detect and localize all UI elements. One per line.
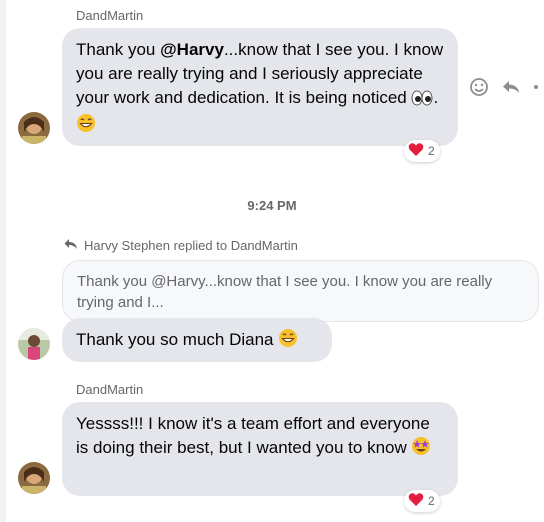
heart-emoji bbox=[408, 142, 424, 160]
timestamp: 9:24 PM bbox=[247, 198, 297, 213]
reaction-badge[interactable]: 2 bbox=[404, 140, 440, 162]
avatar[interactable] bbox=[18, 462, 50, 494]
reply-header: Harvy Stephen replied to DandMartin bbox=[64, 238, 298, 253]
reply-arrow-icon bbox=[64, 238, 78, 253]
sender-name: DandMartin bbox=[76, 382, 144, 397]
eyes-emoji bbox=[411, 89, 433, 113]
reaction-badge[interactable]: 2 bbox=[404, 490, 440, 512]
avatar-image bbox=[18, 462, 50, 494]
left-rail bbox=[0, 0, 6, 522]
message-text: . bbox=[433, 88, 439, 107]
avatar[interactable] bbox=[18, 112, 50, 144]
mention-link[interactable]: @Harvy bbox=[160, 40, 224, 59]
quoted-message[interactable]: Thank you @Harvy...know that I see you. … bbox=[62, 260, 539, 322]
message-text: Thank you bbox=[76, 40, 161, 59]
message-bubble[interactable]: Yessss!!! I know it's a team effort and … bbox=[62, 402, 458, 496]
star-struck-emoji bbox=[411, 436, 431, 463]
avatar-image bbox=[18, 112, 50, 144]
reply-header-text: Harvy Stephen replied to DandMartin bbox=[84, 238, 298, 253]
grinning-emoji bbox=[76, 113, 96, 140]
message-text: Thank you so much Diana bbox=[76, 330, 279, 349]
avatar-image bbox=[18, 328, 50, 360]
reaction-count: 2 bbox=[428, 494, 435, 508]
more-options-icon[interactable] bbox=[532, 76, 540, 98]
smiley-icon[interactable] bbox=[468, 76, 490, 98]
reply-icon[interactable] bbox=[500, 76, 522, 98]
sender-name: DandMartin bbox=[76, 8, 144, 23]
message-bubble[interactable]: Thank you so much Diana bbox=[62, 318, 332, 362]
message-text: Yessss!!! I know it's a team effort and … bbox=[76, 414, 430, 457]
heart-emoji bbox=[408, 492, 424, 510]
grinning-emoji bbox=[278, 328, 298, 355]
reaction-count: 2 bbox=[428, 144, 435, 158]
avatar[interactable] bbox=[18, 328, 50, 360]
message-actions bbox=[468, 76, 540, 98]
message-bubble[interactable]: Thank you @Harvy...know that I see you. … bbox=[62, 28, 458, 146]
